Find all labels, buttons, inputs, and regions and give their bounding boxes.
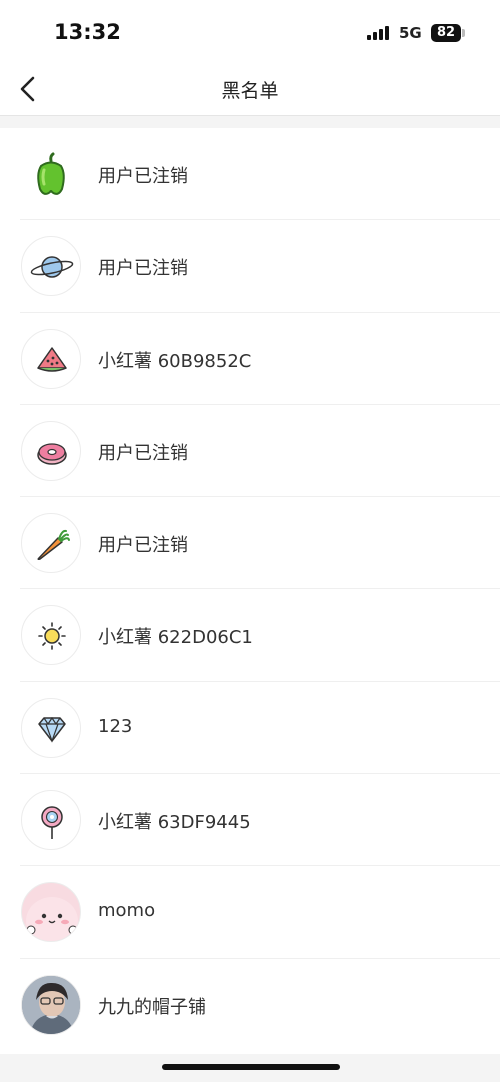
green-pepper-icon [21,144,81,204]
person-photo [21,974,81,1035]
user-name: 小红薯 63DF9445 [98,812,251,834]
nav-bar: 黑名单 [0,64,500,116]
user-name: 用户已注销 [98,166,188,187]
list-item[interactable]: 小红薯 622D06C1 [0,589,500,683]
battery-icon: 82 [431,24,461,42]
carrot-icon [21,513,81,574]
user-name: 用户已注销 [98,258,188,280]
planet-icon [21,236,81,297]
list-item[interactable]: 小红薯 60B9852C [0,313,500,406]
list-item[interactable]: 123 [0,682,500,775]
status-time: 13:32 [54,20,121,44]
pink-character-photo [21,882,81,943]
list-item[interactable]: 用户已注销 [0,220,500,313]
blacklist: 用户已注销 用户已注销 小红薯 60B9852C 用户已注销 用户已注销 小红薯… [0,128,500,1054]
user-name: 123 [98,715,133,737]
user-name: 九九的帽子铺 [98,996,206,1018]
user-name: 小红薯 622D06C1 [98,627,253,649]
list-item[interactable]: 用户已注销 [0,405,500,498]
diamond-icon [21,697,81,758]
user-name: momo [98,900,156,922]
list-item[interactable]: 小红薯 63DF9445 [0,774,500,867]
user-name: 用户已注销 [98,535,188,557]
watermelon-icon [21,328,81,389]
user-name: 小红薯 60B9852C [98,350,252,372]
network-type: 5G [399,24,422,42]
list-item[interactable]: 用户已注销 [0,497,500,590]
list-item[interactable]: 用户已注销 [0,128,500,221]
lollipop-icon [21,790,81,851]
sun-icon [21,605,81,666]
list-item[interactable]: 九九的帽子铺 [0,959,500,1051]
signal-icon [367,26,393,40]
list-item[interactable]: momo [0,866,500,959]
status-bar: 13:32 5G 82 [0,0,500,64]
page-title: 黑名单 [221,80,279,102]
home-indicator[interactable] [162,1064,340,1070]
user-name: 用户已注销 [98,442,188,464]
battery-tip [462,29,465,37]
donut-icon [21,420,81,481]
